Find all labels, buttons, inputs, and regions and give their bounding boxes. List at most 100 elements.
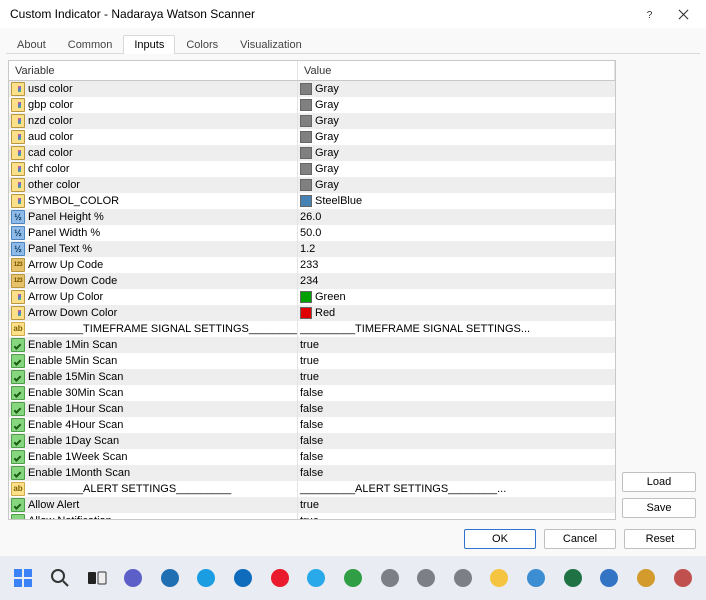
tab-common[interactable]: Common bbox=[57, 35, 124, 54]
table-row[interactable]: Enable 1Hour Scanfalse bbox=[9, 401, 615, 417]
table-row[interactable]: gbp color Gray bbox=[9, 97, 615, 113]
value-cell[interactable]: false bbox=[298, 417, 615, 433]
table-row[interactable]: _________TIMEFRAME SIGNAL SETTINGS______… bbox=[9, 321, 615, 337]
value-cell[interactable]: SteelBlue bbox=[298, 193, 615, 209]
value-cell[interactable]: 233 bbox=[298, 257, 615, 273]
value-cell[interactable]: Gray bbox=[298, 81, 615, 97]
telegram-icon[interactable] bbox=[303, 564, 330, 592]
mail-icon[interactable] bbox=[230, 564, 257, 592]
more-icon[interactable] bbox=[413, 564, 440, 592]
reset-button[interactable]: Reset bbox=[624, 529, 696, 549]
value-cell[interactable]: Gray bbox=[298, 145, 615, 161]
table-row[interactable]: Enable 1Month Scanfalse bbox=[9, 465, 615, 481]
excel-icon[interactable] bbox=[559, 564, 586, 592]
jigsaw-icon[interactable] bbox=[633, 564, 660, 592]
variable-cell: gbp color bbox=[9, 97, 298, 113]
value-cell[interactable]: _________ALERT SETTINGS________... bbox=[298, 481, 615, 497]
cancel-button[interactable]: Cancel bbox=[544, 529, 616, 549]
value-cell[interactable]: 1.2 bbox=[298, 241, 615, 257]
close-button[interactable] bbox=[666, 1, 700, 27]
table-row[interactable]: cad color Gray bbox=[9, 145, 615, 161]
table-row[interactable]: Arrow Down Code234 bbox=[9, 273, 615, 289]
value-cell[interactable]: _________TIMEFRAME SIGNAL SETTINGS... bbox=[298, 321, 615, 337]
table-row[interactable]: Arrow Up Code233 bbox=[9, 257, 615, 273]
table-row[interactable]: aud colorGray bbox=[9, 129, 615, 145]
store-icon[interactable] bbox=[157, 564, 184, 592]
table-row[interactable]: SYMBOL_COLORSteelBlue bbox=[9, 193, 615, 209]
mt4-icon[interactable] bbox=[523, 564, 550, 592]
variable-name: cad color bbox=[28, 147, 73, 159]
paint-icon[interactable] bbox=[340, 564, 367, 592]
value-cell[interactable]: false bbox=[298, 449, 615, 465]
table-row[interactable]: Enable 1Day Scanfalse bbox=[9, 433, 615, 449]
value-cell[interactable]: false bbox=[298, 401, 615, 417]
column-header-variable[interactable]: Variable bbox=[9, 61, 298, 80]
table-row[interactable]: Enable 4Hour Scanfalse bbox=[9, 417, 615, 433]
table-row[interactable]: Arrow Up ColorGreen bbox=[9, 289, 615, 305]
value-cell[interactable]: Gray bbox=[298, 97, 615, 113]
table-row[interactable]: Allow Notificationtrue bbox=[9, 513, 615, 519]
value-cell[interactable]: true bbox=[298, 337, 615, 353]
table-row[interactable]: chf colorGray bbox=[9, 161, 615, 177]
opera-icon[interactable] bbox=[266, 564, 293, 592]
search-icon[interactable] bbox=[47, 564, 74, 592]
save-button[interactable]: Save bbox=[622, 498, 696, 518]
table-row[interactable]: Panel Width % 50.0 bbox=[9, 225, 615, 241]
value-cell[interactable]: 50.0 bbox=[298, 225, 615, 241]
ok-button[interactable]: OK bbox=[464, 529, 536, 549]
value-text: 26.0 bbox=[300, 211, 321, 223]
value-cell[interactable]: false bbox=[298, 433, 615, 449]
tab-colors[interactable]: Colors bbox=[175, 35, 229, 54]
value-cell[interactable]: false bbox=[298, 385, 615, 401]
table-row[interactable]: other colorGray bbox=[9, 177, 615, 193]
variable-cell: Enable 1Week Scan bbox=[9, 449, 298, 465]
value-cell[interactable]: true bbox=[298, 513, 615, 519]
value-cell[interactable]: Gray bbox=[298, 129, 615, 145]
tab-inputs[interactable]: Inputs bbox=[123, 35, 175, 54]
grid-body[interactable]: usd colorGraygbp colorGraynzd colorGraya… bbox=[9, 81, 615, 519]
value-cell[interactable]: true bbox=[298, 497, 615, 513]
value-cell[interactable]: Gray bbox=[298, 177, 615, 193]
tab-visualization[interactable]: Visualization bbox=[229, 35, 313, 54]
variable-cell: nzd color bbox=[9, 113, 298, 129]
app-icon[interactable] bbox=[376, 564, 403, 592]
chrome-icon[interactable] bbox=[486, 564, 513, 592]
teams-icon[interactable] bbox=[120, 564, 147, 592]
table-row[interactable]: usd colorGray bbox=[9, 81, 615, 97]
table-row[interactable]: Enable 15Min Scantrue bbox=[9, 369, 615, 385]
variable-name: Panel Width % bbox=[28, 227, 100, 239]
table-row[interactable]: Panel Text %1.2 bbox=[9, 241, 615, 257]
column-header-value[interactable]: Value bbox=[298, 61, 615, 80]
value-cell[interactable]: true bbox=[298, 369, 615, 385]
table-row[interactable]: Enable 30Min Scanfalse bbox=[9, 385, 615, 401]
load-button[interactable]: Load bbox=[622, 472, 696, 492]
value-cell[interactable]: false bbox=[298, 465, 615, 481]
taskview-icon[interactable] bbox=[83, 564, 110, 592]
value-cell[interactable]: Red bbox=[298, 305, 615, 321]
globe-icon[interactable] bbox=[596, 564, 623, 592]
value-cell[interactable]: 234 bbox=[298, 273, 615, 289]
table-row[interactable]: Arrow Down ColorRed bbox=[9, 305, 615, 321]
table-row[interactable]: Allow Alerttrue bbox=[9, 497, 615, 513]
value-cell[interactable]: 26.0 bbox=[298, 209, 615, 225]
tab-about[interactable]: About bbox=[6, 35, 57, 54]
value-cell[interactable]: Gray bbox=[298, 113, 615, 129]
bool-type-icon bbox=[11, 402, 25, 416]
edge-icon[interactable] bbox=[193, 564, 220, 592]
value-cell[interactable]: Green bbox=[298, 289, 615, 305]
tool-icon[interactable] bbox=[669, 564, 696, 592]
table-row[interactable]: _________ALERT SETTINGS_________________… bbox=[9, 481, 615, 497]
table-row[interactable]: Enable 1Week Scanfalse bbox=[9, 449, 615, 465]
value-cell[interactable]: true bbox=[298, 353, 615, 369]
content-area: Variable Value usd colorGraygbp colorGra… bbox=[0, 54, 706, 522]
settings-gear-icon[interactable] bbox=[450, 564, 477, 592]
start-icon[interactable] bbox=[10, 564, 37, 592]
table-row[interactable]: Panel Height %26.0 bbox=[9, 209, 615, 225]
table-row[interactable]: nzd colorGray bbox=[9, 113, 615, 129]
value-cell[interactable]: Gray bbox=[298, 161, 615, 177]
table-row[interactable]: Enable 1Min Scantrue bbox=[9, 337, 615, 353]
table-row[interactable]: Enable 5Min Scantrue bbox=[9, 353, 615, 369]
help-button[interactable]: ? bbox=[632, 1, 666, 27]
value-text: Gray bbox=[315, 83, 339, 95]
value-text: Gray bbox=[315, 99, 339, 111]
